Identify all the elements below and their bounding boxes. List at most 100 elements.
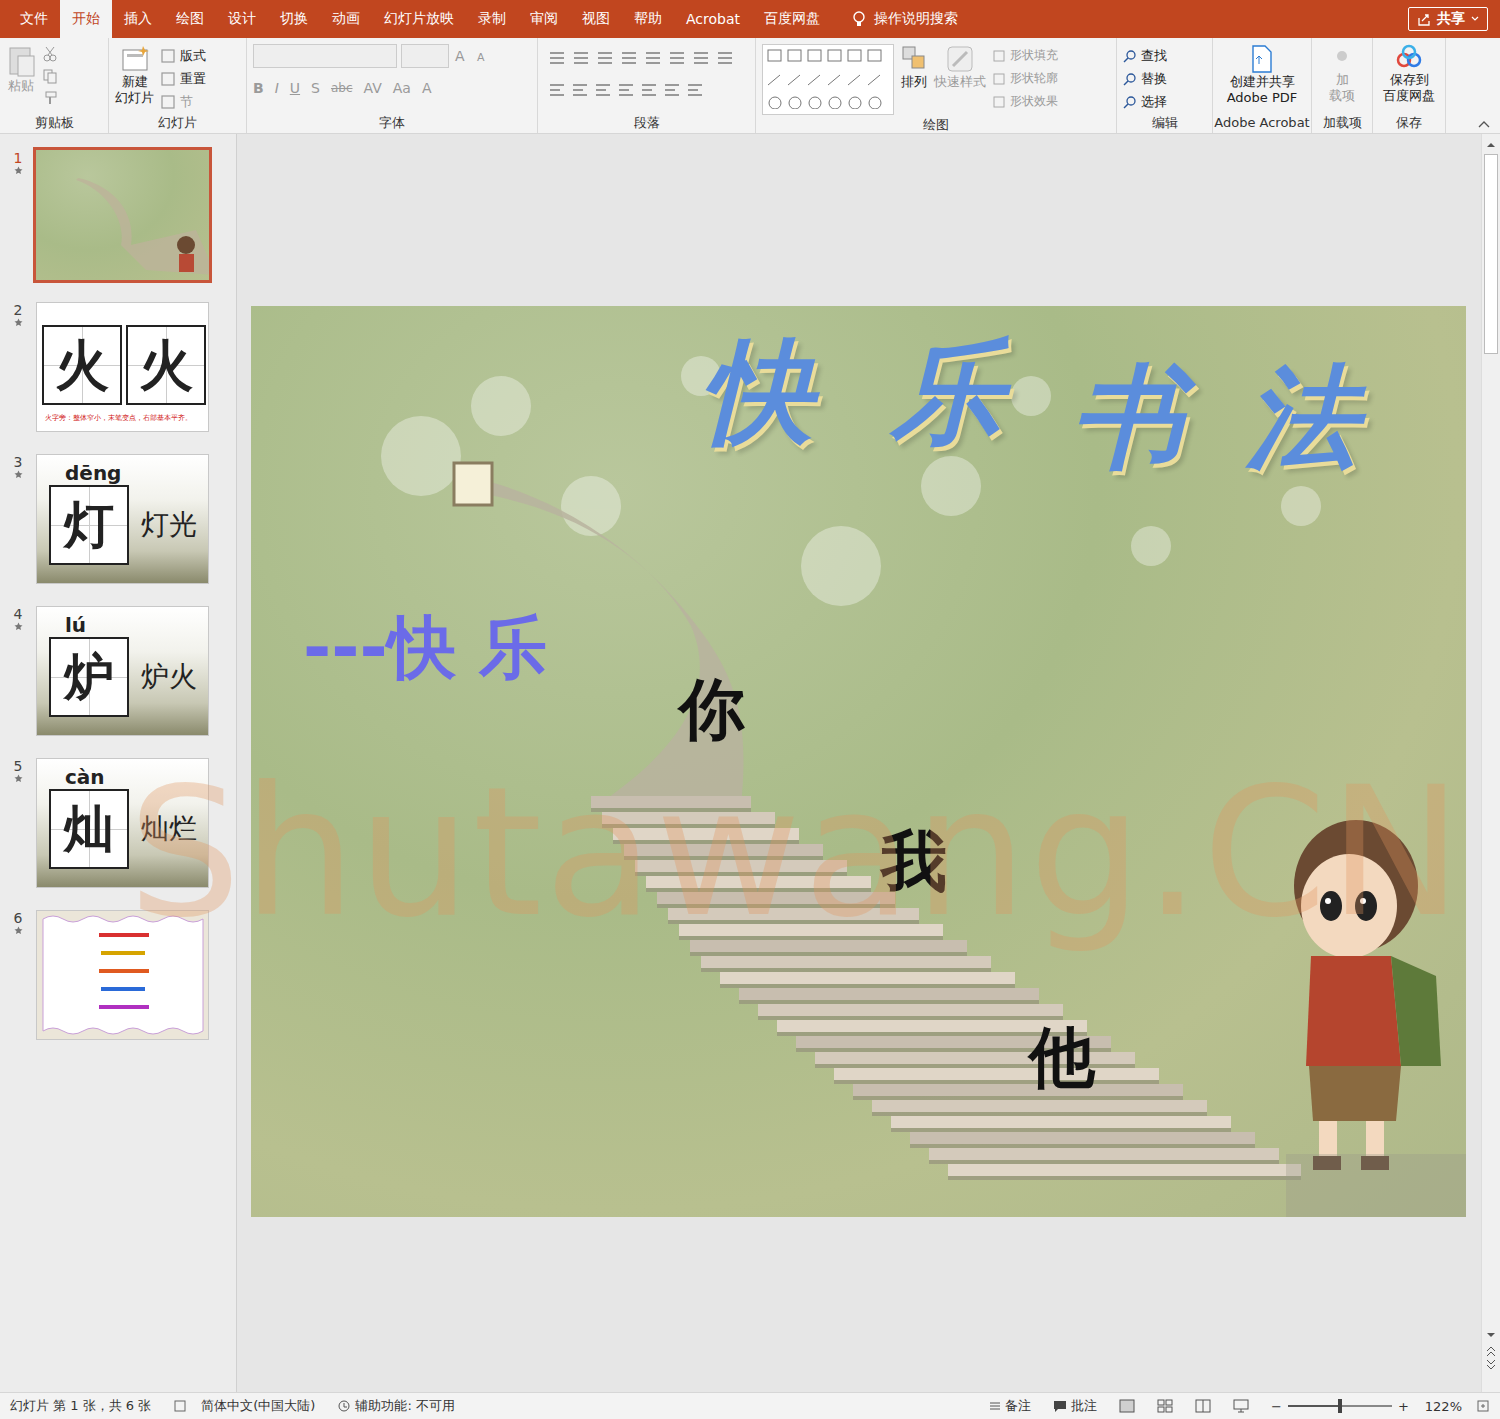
editing-button[interactable]: 选择 <box>1123 90 1167 113</box>
ribbon-tab[interactable]: 帮助 <box>622 0 674 38</box>
zoom-thumb[interactable] <box>1338 1399 1342 1413</box>
editing-button[interactable]: 查找 <box>1123 44 1167 67</box>
ribbon-group: 排列快速样式形状填充形状轮廓形状效果绘图 <box>756 38 1117 133</box>
notes-label: 备注 <box>1005 1397 1031 1415</box>
font-format-button[interactable]: B <box>253 80 264 96</box>
font-format-button[interactable]: I <box>275 80 279 96</box>
ribbon-group: AABIUSabcAVAaA字体 <box>247 38 538 133</box>
list-indent-icon <box>544 48 744 68</box>
ribbon-group: 段落 <box>538 38 756 133</box>
scroll-thumb[interactable] <box>1484 154 1498 354</box>
shape-format-icon <box>992 95 1006 109</box>
layout-button[interactable]: 版式 <box>160 44 206 67</box>
thumbnail-pane: 12火火火字旁：整体窄小，末笔变点，右部基本平齐。3dēng灯灯光4lú炉炉火5… <box>0 134 237 1392</box>
char-box: 灿 <box>49 789 129 869</box>
paste-button[interactable]: 粘贴 <box>6 44 36 94</box>
tab-label: 绘图 <box>176 10 204 28</box>
slide-thumbnail[interactable]: 火火火字旁：整体窄小，末笔变点，右部基本平齐。 <box>36 302 209 432</box>
title-char: 书 <box>1071 361 1183 473</box>
ribbon-tab[interactable]: 文件 <box>8 0 60 38</box>
font-format-button[interactable]: Aa <box>393 80 411 96</box>
tab-label: 开始 <box>72 10 100 28</box>
ribbon-tab[interactable]: 绘图 <box>164 0 216 38</box>
shape-format-label: 形状填充 <box>1010 47 1058 64</box>
tab-label: 百度网盘 <box>764 10 820 28</box>
slide-thumbnail[interactable]: càn灿灿烂 <box>36 758 209 888</box>
slide-number: 6 <box>0 910 36 1062</box>
ribbon-tab[interactable]: 插入 <box>112 0 164 38</box>
font-format-button[interactable]: AV <box>364 80 382 96</box>
ribbon-tab[interactable]: Acrobat <box>674 0 752 38</box>
slide-thumbnail[interactable]: lú炉炉火 <box>36 606 209 736</box>
share-icon <box>1417 12 1431 26</box>
thumbnail-row: 3dēng灯灯光 <box>0 454 236 606</box>
new-slide-line: 新建 <box>122 74 148 90</box>
ribbon-tab[interactable]: 切换 <box>268 0 320 38</box>
shape-format-button[interactable]: 形状轮廓 <box>992 67 1058 90</box>
reset-button[interactable]: 重置 <box>160 67 206 90</box>
save-line: 保存到 <box>1390 72 1429 88</box>
arrange-button[interactable]: 排列 <box>900 44 928 90</box>
ribbon-tab[interactable]: 设计 <box>216 0 268 38</box>
arrange-icon <box>900 44 928 74</box>
ribbon-tab[interactable]: 百度网盘 <box>752 0 832 38</box>
zoom-out-button[interactable]: − <box>1271 1399 1282 1414</box>
font-format-button[interactable]: abc <box>331 81 353 95</box>
pdf-icon <box>1250 44 1274 74</box>
group-label: 剪贴板 <box>0 113 108 133</box>
tell-me-search[interactable]: 操作说明搜索 <box>840 0 970 38</box>
create-pdf-button[interactable]: 创建并共享Adobe PDF <box>1219 44 1305 106</box>
slide-thumbnail[interactable] <box>36 910 209 1040</box>
ribbon-tab[interactable]: 开始 <box>60 0 112 38</box>
share-button[interactable]: 共享 <box>1408 7 1488 31</box>
quick-styles-button[interactable]: 快速样式 <box>934 44 986 90</box>
font-name-field[interactable] <box>253 44 397 68</box>
addins-button[interactable]: 加载项 <box>1318 44 1366 104</box>
ribbon-tab[interactable]: 审阅 <box>518 0 570 38</box>
new-slide-button[interactable]: 新建幻灯片 <box>115 44 154 106</box>
accessibility[interactable]: 辅助功能: 不可用 <box>337 1397 455 1415</box>
title-char: 乐 <box>891 336 1003 448</box>
zoom-fill <box>1288 1405 1340 1407</box>
group-body: 粘贴 <box>0 38 108 113</box>
font-format-button[interactable]: U <box>290 80 300 96</box>
zoom-in-button[interactable]: + <box>1398 1399 1409 1414</box>
char-text: 灯 <box>64 500 114 550</box>
ribbon-group: 加载项加载项 <box>1312 38 1373 133</box>
section-button[interactable]: 节 <box>160 90 206 113</box>
save-baidu-button[interactable]: 保存到百度网盘 <box>1379 44 1439 104</box>
group-label: 幻灯片 <box>109 113 246 133</box>
word-row: 灯灯光 <box>37 485 208 565</box>
ribbon-tab[interactable]: 幻灯片放映 <box>372 0 466 38</box>
section-label: 节 <box>180 93 193 111</box>
zoom-slider[interactable] <box>1288 1405 1392 1407</box>
ribbon-tabs: 文件开始插入绘图设计切换动画幻灯片放映录制审阅视图帮助Acrobat 百度网盘 操作… <box>0 0 1500 38</box>
font-size-field[interactable] <box>401 44 449 68</box>
editing-list: 查找替换选择 <box>1123 44 1167 113</box>
shape-format-button[interactable]: 形状效果 <box>992 90 1058 113</box>
vertical-scrollbar[interactable] <box>1481 134 1500 1392</box>
zoom-level[interactable]: 122% <box>1425 1399 1462 1414</box>
font-format-button[interactable]: A <box>422 80 432 96</box>
format-painter-icon <box>42 90 58 106</box>
editing-label: 选择 <box>1141 93 1167 111</box>
shape-format-button[interactable]: 形状填充 <box>992 44 1058 67</box>
group-body: 创建并共享Adobe PDF <box>1213 38 1311 113</box>
addins-line: 加 <box>1336 72 1349 88</box>
new-slide-icon <box>120 44 150 74</box>
reset-icon <box>160 71 176 87</box>
animation-star-icon <box>14 470 23 479</box>
slide-thumbnail[interactable]: dēng灯灯光 <box>36 454 209 584</box>
comments-label: 批注 <box>1071 1397 1097 1415</box>
editing-button[interactable]: 替换 <box>1123 67 1167 90</box>
font-format-button[interactable]: S <box>311 80 320 96</box>
shapes-gallery[interactable] <box>762 44 894 115</box>
thumbnail-row: 6 <box>0 910 236 1062</box>
ribbon-tab[interactable]: 视图 <box>570 0 622 38</box>
ribbon-tab[interactable]: 录制 <box>466 0 518 38</box>
notes-button[interactable]: 备注 <box>989 1397 1031 1415</box>
slide-thumbnail[interactable] <box>33 147 212 283</box>
comments-button[interactable]: 批注 <box>1053 1397 1097 1415</box>
normal-view-icon <box>1119 1399 1135 1413</box>
ribbon-tab[interactable]: 动画 <box>320 0 372 38</box>
